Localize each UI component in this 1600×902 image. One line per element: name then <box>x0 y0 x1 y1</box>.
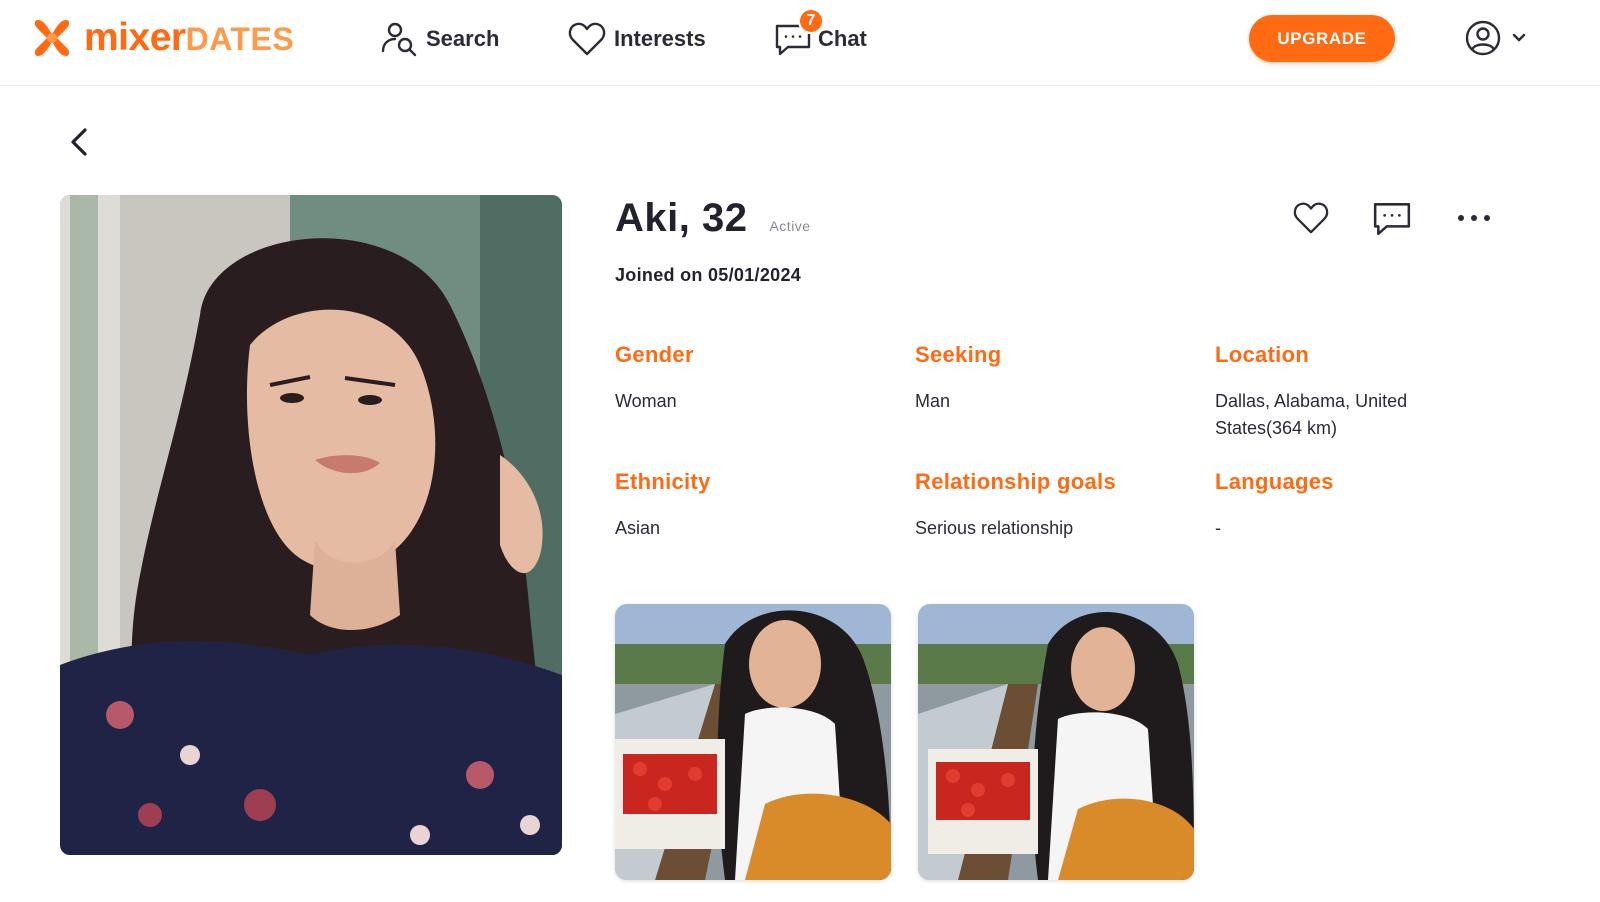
field-gender: Gender Woman <box>615 342 885 415</box>
field-relationship-goals: Relationship goals Serious relationship <box>915 469 1185 542</box>
field-label: Gender <box>615 342 694 367</box>
nav-interests[interactable]: Interests <box>568 18 706 60</box>
chat-icon-wrapper: 7 <box>774 8 824 58</box>
chevron-down-icon <box>1512 33 1526 42</box>
field-value: Dallas, Alabama, United States(364 km) <box>1215 391 1408 438</box>
nav-search[interactable]: Search <box>380 18 499 60</box>
user-circle-icon <box>1465 20 1501 56</box>
logo-wordmark: mixerDATES <box>84 16 294 61</box>
top-navbar: mixerDATES Search Interests 7 Chat UPGRA… <box>0 0 1600 86</box>
field-label: Ethnicity <box>615 469 711 494</box>
upgrade-button[interactable]: UPGRADE <box>1249 15 1395 62</box>
logo-x-icon <box>34 20 70 56</box>
chat-unread-badge: 7 <box>798 8 824 34</box>
field-seeking: Seeking Man <box>915 342 1185 415</box>
message-button[interactable] <box>1370 196 1414 240</box>
field-label: Seeking <box>915 342 1002 367</box>
nav-search-label: Search <box>426 26 500 51</box>
heart-icon <box>1293 202 1329 234</box>
gallery-photo[interactable] <box>918 604 1194 880</box>
online-status: Active <box>769 218 811 234</box>
profile-header: Aki, 32 Active <box>615 196 811 241</box>
nav-chat[interactable]: 7 Chat <box>774 8 867 60</box>
profile-main-photo[interactable] <box>60 195 562 855</box>
more-options-button[interactable] <box>1452 196 1496 240</box>
chat-icon <box>1373 203 1411 236</box>
account-menu[interactable] <box>1464 19 1530 57</box>
gallery-photo-image <box>615 604 891 880</box>
profile-name-age: Aki, 32 <box>615 196 748 240</box>
field-value: Serious relationship <box>915 518 1074 538</box>
field-value: Woman <box>615 391 677 411</box>
field-value: Asian <box>615 518 661 538</box>
joined-date: Joined on 05/01/2024 <box>615 265 802 285</box>
field-label: Location <box>1215 342 1310 367</box>
field-label: Relationship goals <box>915 469 1116 494</box>
search-user-icon <box>381 22 417 57</box>
more-icon <box>1458 215 1490 221</box>
field-label: Languages <box>1215 469 1334 494</box>
nav-interests-label: Interests <box>614 26 706 51</box>
profile-photo-image <box>60 195 562 855</box>
gallery-photo[interactable] <box>615 604 891 880</box>
field-value: Man <box>915 391 951 411</box>
field-languages: Languages - <box>1215 469 1485 542</box>
like-button[interactable] <box>1289 196 1333 240</box>
heart-icon <box>568 22 606 56</box>
mixerdates-logo[interactable]: mixerDATES <box>32 16 294 60</box>
nav-chat-label: Chat <box>818 26 867 51</box>
logo-text-dates: DATES <box>185 20 295 57</box>
back-arrow-icon[interactable] <box>62 124 96 160</box>
logo-text-mixer: mixer <box>84 15 186 59</box>
field-location: Location Dallas, Alabama, United States(… <box>1215 342 1435 442</box>
field-value: - <box>1215 518 1221 538</box>
gallery-photo-image <box>918 604 1194 880</box>
field-ethnicity: Ethnicity Asian <box>615 469 885 542</box>
